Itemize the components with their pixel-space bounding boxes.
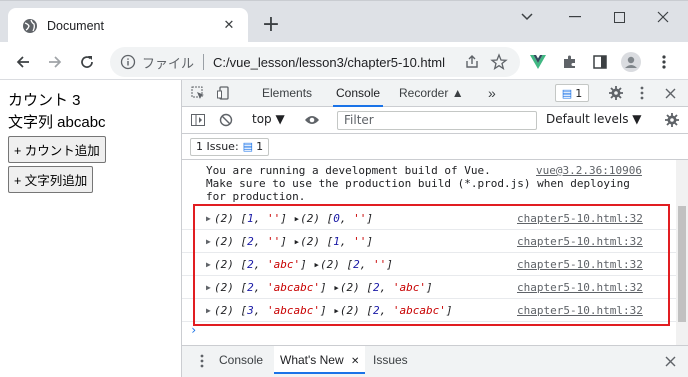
close-drawer-icon[interactable] xyxy=(662,353,678,369)
add-count-button[interactable]: + カウント追加 xyxy=(8,136,106,163)
chevron-down-icon[interactable] xyxy=(512,7,542,27)
globe-icon xyxy=(22,18,38,34)
drawer-tab-issues[interactable]: Issues xyxy=(373,346,408,374)
url-divider xyxy=(203,54,205,70)
settings-gear-icon[interactable] xyxy=(608,85,624,101)
close-devtools-icon[interactable] xyxy=(662,85,678,101)
highlight-annotation-box xyxy=(193,204,670,326)
log-levels-dropdown[interactable]: Default levels ▼ xyxy=(546,112,642,126)
console-filterbar: top ▼ Filter Default levels ▼ xyxy=(182,107,688,134)
profile-avatar-icon[interactable] xyxy=(621,52,641,72)
console-scrollbar[interactable] xyxy=(676,160,688,345)
close-tab-icon[interactable]: ✕ xyxy=(222,18,236,33)
back-button[interactable] xyxy=(12,51,34,73)
issues-row: 1 Issue: ▤ 1 xyxy=(182,134,688,160)
bookmark-star-icon[interactable] xyxy=(490,53,508,71)
string-label: 文字列 abcabc xyxy=(8,114,106,131)
live-expression-eye-icon[interactable] xyxy=(304,112,320,128)
new-tab-button[interactable]: + xyxy=(260,14,282,37)
tab-recorder[interactable]: Recorder ▲ xyxy=(399,80,464,107)
tab-strip: Document ✕ + xyxy=(0,0,688,43)
page-content: カウント 3 文字列 abcabc + カウント追加 + 文字列追加 xyxy=(0,80,181,377)
close-drawer-tab-icon[interactable]: ✕ xyxy=(351,356,359,367)
extensions-puzzle-icon[interactable] xyxy=(560,52,580,72)
vue-devtools-icon[interactable] xyxy=(528,52,548,72)
minimize-button[interactable] xyxy=(560,7,590,27)
inspect-element-icon[interactable] xyxy=(190,85,206,101)
vue-message-source-link[interactable]: vue@3.2.36:10906 xyxy=(536,164,642,177)
issues-pill[interactable]: 1 Issue: ▤ 1 xyxy=(190,138,270,156)
info-icon[interactable] xyxy=(120,54,136,70)
more-menu-icon[interactable] xyxy=(654,52,674,72)
sidebar-toggle-icon[interactable] xyxy=(190,112,206,128)
count-label: カウント 3 xyxy=(8,92,81,109)
url-text[interactable]: C:/vue_lesson/lesson3/chapter5-10.html xyxy=(213,55,445,70)
clear-console-icon[interactable] xyxy=(218,112,234,128)
context-selector[interactable]: top ▼ xyxy=(252,112,285,126)
drawer-tab-console[interactable]: Console xyxy=(219,346,263,374)
console-settings-gear-icon[interactable] xyxy=(664,112,680,128)
message-icon: ▤ xyxy=(561,86,573,100)
tab-elements[interactable]: Elements xyxy=(262,80,312,107)
kebab-menu-icon[interactable] xyxy=(634,85,650,101)
browser-toolbar: ファイル C:/vue_lesson/lesson3/chapter5-10.h… xyxy=(0,42,688,80)
forward-button[interactable] xyxy=(44,51,66,73)
url-scheme-label: ファイル xyxy=(142,55,195,71)
more-tabs-icon[interactable]: » xyxy=(488,80,496,107)
drawer-tab-whats-new-label: What's New xyxy=(280,353,344,367)
message-icon: ▤ xyxy=(242,140,254,153)
issues-pill-label: 1 Issue: xyxy=(196,140,239,153)
tab-console[interactable]: Console xyxy=(333,80,384,107)
address-bar[interactable]: ファイル C:/vue_lesson/lesson3/chapter5-10.h… xyxy=(110,47,520,77)
share-icon[interactable] xyxy=(464,54,480,70)
tab-title: Document xyxy=(47,18,104,33)
devtools-tabbar: Elements Console Recorder ▲ » ▤ 1 xyxy=(182,80,688,107)
issues-pill-count: 1 xyxy=(256,140,264,153)
issues-counter-badge[interactable]: ▤ 1 xyxy=(555,84,589,102)
side-panel-icon[interactable] xyxy=(590,52,610,72)
device-toolbar-icon[interactable] xyxy=(216,85,232,101)
drawer-tab-whats-new[interactable]: What's New ✕ xyxy=(274,346,366,374)
scrollbar-thumb[interactable] xyxy=(678,206,686,322)
close-window-button[interactable] xyxy=(648,7,678,27)
devtools-drawer-tabbar: Console What's New ✕ Issues xyxy=(182,345,688,377)
maximize-button[interactable] xyxy=(604,7,634,27)
reload-button[interactable] xyxy=(76,51,98,73)
console-filter-input[interactable]: Filter xyxy=(337,111,537,130)
browser-tab[interactable]: Document ✕ xyxy=(8,8,248,43)
add-string-button[interactable]: + 文字列追加 xyxy=(8,166,94,193)
drawer-kebab-icon[interactable] xyxy=(194,353,210,369)
